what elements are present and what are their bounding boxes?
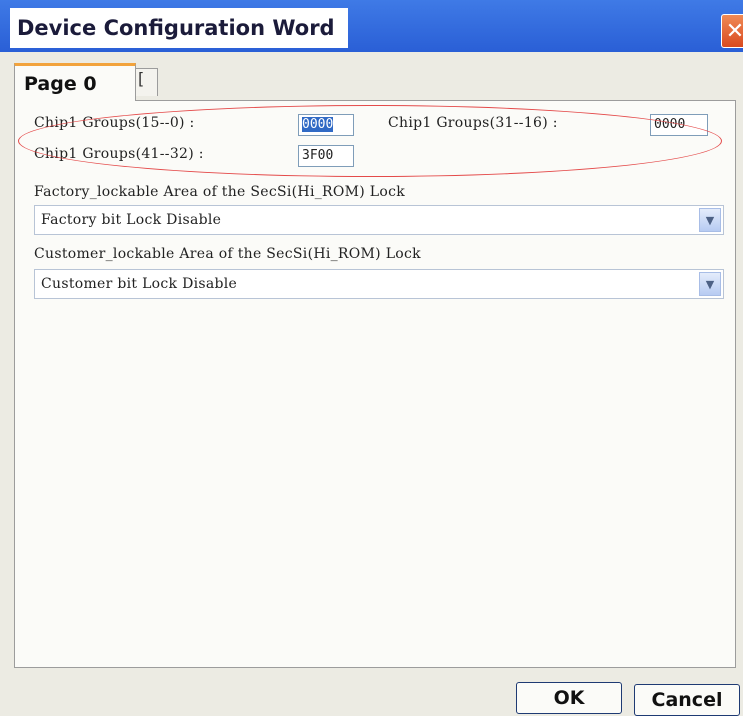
factory-lock-select[interactable]: Factory bit Lock Disable ▼ (34, 205, 724, 235)
tab-page-0-label: Page 0 (24, 72, 97, 95)
chip1-groups-15-0-value: 0000 (302, 117, 334, 132)
ok-button[interactable]: OK (516, 682, 622, 714)
factory-lock-label: Factory_lockable Area of the SecSi(Hi_RO… (34, 184, 406, 200)
chip1-groups-31-16-label: Chip1 Groups(31--16) : (388, 115, 558, 131)
chevron-down-icon[interactable]: ▼ (699, 208, 721, 232)
chevron-down-icon[interactable]: ▼ (699, 272, 721, 296)
chip1-groups-41-32-value: 3F00 (302, 148, 334, 163)
close-button[interactable]: ✕ (721, 14, 743, 48)
factory-lock-selected: Factory bit Lock Disable (41, 212, 222, 228)
chip1-groups-41-32-label: Chip1 Groups(41--32) : (34, 146, 204, 162)
title-bar: Device Configuration Word (0, 0, 743, 52)
chip1-groups-31-16-value: 0000 (654, 117, 686, 132)
chip1-groups-31-16-input[interactable]: 0000 (650, 114, 708, 136)
chip1-groups-15-0-input[interactable]: 0000 (298, 114, 354, 136)
cancel-button[interactable]: Cancel (634, 684, 740, 716)
customer-lock-label: Customer_lockable Area of the SecSi(Hi_R… (34, 246, 421, 262)
chip1-groups-41-32-input[interactable]: 3F00 (298, 145, 354, 167)
window-title: Device Configuration Word (17, 16, 335, 40)
customer-lock-select[interactable]: Customer bit Lock Disable ▼ (34, 269, 724, 299)
close-icon: ✕ (725, 18, 743, 44)
ok-button-label: OK (553, 687, 585, 709)
tab-page-0[interactable]: Page 0 (14, 63, 136, 101)
title-box: Device Configuration Word (10, 8, 348, 48)
tab-page-1[interactable]: [ (134, 68, 158, 96)
chip1-groups-15-0-label: Chip1 Groups(15--0) : (34, 115, 195, 131)
customer-lock-selected: Customer bit Lock Disable (41, 276, 238, 292)
cancel-button-label: Cancel (651, 689, 723, 711)
tab-page-1-label: [ (138, 69, 145, 88)
